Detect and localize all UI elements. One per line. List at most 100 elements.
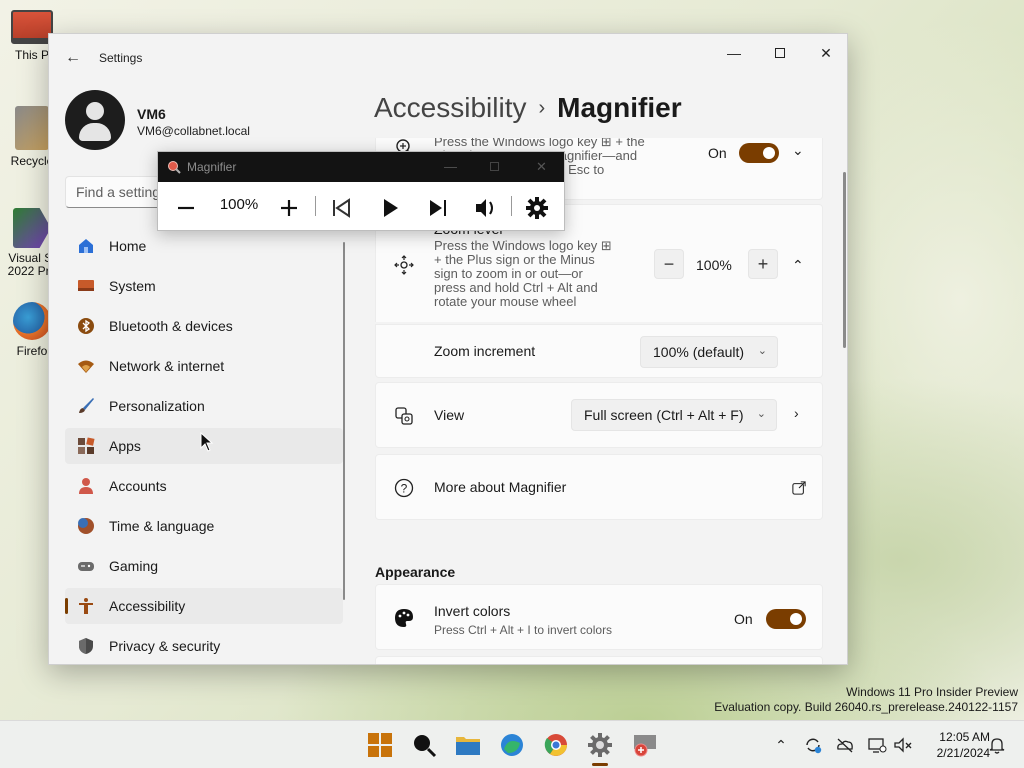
zoom-increment-title: Zoom increment [434, 343, 536, 359]
notification-bell-icon[interactable] [987, 735, 1007, 755]
more-about-magnifier-card[interactable]: ? More about Magnifier [375, 454, 823, 520]
play-button[interactable] [376, 194, 404, 222]
sidebar-item-gaming[interactable]: Gaming [65, 548, 343, 584]
firefox-icon [13, 302, 51, 340]
magnifier-close-button[interactable]: ✕ [536, 159, 547, 175]
content-scrollbar[interactable] [843, 172, 846, 348]
breadcrumb-parent[interactable]: Accessibility [374, 92, 526, 123]
sidebar-item-accessibility[interactable]: Accessibility [65, 588, 343, 624]
maximize-button[interactable] [757, 38, 803, 70]
sidebar-item-label: Network & internet [109, 358, 225, 374]
magnifier-taskbar-icon[interactable] [628, 729, 660, 761]
sidebar-item-label: Personalization [109, 398, 205, 414]
invert-colors-desc: Press Ctrl + Alt + I to invert colors [434, 623, 613, 637]
clock[interactable]: 12:05 AM 2/21/2024 [920, 729, 990, 761]
sidebar-scrollbar[interactable] [343, 242, 345, 600]
zoom-in-button[interactable] [275, 194, 303, 222]
onedrive-offline-icon[interactable] [835, 735, 855, 755]
zoom-level-value: 100% [696, 257, 732, 273]
chevron-down-icon: ⌄ [756, 408, 766, 420]
view-icon [395, 407, 413, 425]
mouse-cursor-icon [200, 432, 214, 452]
magnifier-title: Magnifier [187, 160, 237, 174]
close-button[interactable]: ✕ [803, 38, 847, 70]
next-setting-card [375, 656, 823, 664]
next-paragraph-button[interactable] [424, 194, 452, 222]
sidebar-item-label: Time & language [109, 518, 215, 534]
edge-icon[interactable] [496, 729, 528, 761]
accessibility-icon [79, 598, 93, 614]
network-icon [78, 360, 94, 373]
close-icon: ✕ [820, 45, 832, 61]
sidebar-item-network[interactable]: Network & internet [65, 348, 343, 384]
magnifier-app-icon [168, 161, 181, 174]
svg-text:?: ? [401, 482, 408, 496]
volume-muted-icon[interactable] [893, 735, 913, 755]
previous-paragraph-button[interactable] [327, 194, 355, 222]
sidebar-item-privacy[interactable]: Privacy & security [65, 628, 343, 664]
zoom-increment-card: Zoom increment 100% (default) ⌄ [375, 324, 823, 378]
apps-icon [78, 437, 95, 454]
maximize-icon [490, 162, 499, 171]
gaming-icon [78, 562, 94, 571]
active-app-indicator [592, 763, 608, 766]
sync-icon[interactable] [803, 735, 823, 755]
view-title: View [434, 407, 465, 423]
magnifier-maximize-button[interactable] [490, 159, 499, 174]
sidebar-item-system[interactable]: System [65, 268, 343, 304]
invert-colors-title: Invert colors [434, 603, 511, 619]
zoom-increment-dropdown[interactable]: 100% (default) ⌄ [640, 336, 778, 368]
magnifier-zoom-value: 100% [219, 196, 259, 213]
shield-icon [79, 638, 93, 654]
file-explorer-icon[interactable] [452, 729, 484, 761]
magnifier-settings-button[interactable] [523, 194, 551, 222]
user-profile[interactable]: VM6 VM6@collabnet.local [65, 90, 355, 152]
toolbar-divider [511, 196, 512, 216]
back-button[interactable]: ← [63, 48, 83, 68]
accounts-icon [79, 478, 93, 494]
zoom-in-button[interactable]: + [748, 249, 778, 279]
sidebar-item-home[interactable]: Home [65, 228, 343, 264]
skip-forward-icon [430, 200, 446, 216]
sidebar-item-personalization[interactable]: Personalization [65, 388, 343, 424]
sidebar-item-time-language[interactable]: Time & language [65, 508, 343, 544]
sidebar-item-accounts[interactable]: Accounts [65, 468, 343, 504]
start-icon[interactable] [364, 729, 396, 761]
chrome-icon[interactable] [540, 729, 572, 761]
view-card[interactable]: View Full screen (Ctrl + Alt + F) ⌄ › [375, 382, 823, 448]
invert-colors-toggle[interactable] [766, 609, 806, 629]
back-arrow-icon: ← [65, 49, 81, 66]
plus-icon [281, 200, 297, 216]
more-about-magnifier-title: More about Magnifier [434, 479, 567, 495]
taskbar: ⌃ 12:05 AM 2/21/2024 [0, 720, 1024, 768]
speaker-pointer-icon [476, 199, 493, 217]
read-from-here-button[interactable] [472, 194, 500, 222]
minimize-button[interactable]: — [711, 38, 757, 70]
bluetooth-icon [78, 318, 94, 334]
recycle-bin-icon [15, 106, 49, 150]
breadcrumb: Accessibility › Magnifier [374, 92, 682, 124]
gear-icon [526, 197, 548, 219]
chevron-right-icon[interactable]: › [794, 405, 799, 421]
external-link-icon[interactable] [792, 481, 806, 495]
palette-icon [395, 609, 413, 627]
magnifier-toggle[interactable] [739, 143, 779, 163]
show-hidden-icons-button[interactable]: ⌃ [771, 735, 791, 755]
chevron-down-icon[interactable]: ⌄ [792, 142, 804, 159]
zoom-out-button[interactable] [172, 194, 200, 222]
zoom-out-button[interactable]: − [654, 249, 684, 279]
magnifier-toggle-state: On [708, 145, 727, 161]
view-dropdown[interactable]: Full screen (Ctrl + Alt + F) ⌄ [571, 399, 777, 431]
search-icon[interactable] [408, 729, 440, 761]
settings-app-icon[interactable] [584, 729, 616, 761]
appearance-heading: Appearance [375, 564, 456, 580]
sidebar-item-label: Apps [109, 438, 141, 454]
sidebar-item-label: Privacy & security [109, 638, 221, 654]
toolbar-divider [315, 196, 316, 216]
chevron-up-icon[interactable]: ⌃ [792, 257, 804, 274]
magnifier-minimize-button[interactable]: — [444, 159, 457, 174]
minimize-icon: — [727, 45, 741, 61]
home-icon [79, 239, 93, 253]
network-status-icon[interactable] [867, 735, 887, 755]
sidebar-item-bluetooth[interactable]: Bluetooth & devices [65, 308, 343, 344]
